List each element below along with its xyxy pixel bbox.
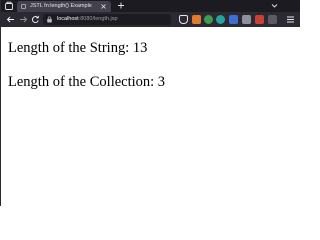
nav-toolbar: localhost:8080/length.jsp	[1, 12, 300, 27]
address-bar-url: localhost:8080/length.jsp	[57, 14, 118, 25]
back-arrow-icon[interactable]	[6, 15, 15, 24]
pocket-icon[interactable]	[179, 15, 188, 24]
url-path: :8080/length.jsp	[78, 16, 118, 22]
tab-list-icon[interactable]	[4, 1, 14, 11]
extension-teal-icon[interactable]	[216, 15, 225, 24]
chevron-down-icon[interactable]	[270, 1, 279, 10]
tab-strip: JSTL fn:length() Example	[1, 0, 300, 12]
extension-green-icon[interactable]	[204, 15, 213, 24]
lock-icon[interactable]	[46, 16, 53, 23]
extension-dark-icon[interactable]	[268, 15, 277, 24]
page-content: Length of the String: 13 Length of the C…	[1, 27, 300, 206]
tab-title: JSTL fn:length() Example	[30, 3, 92, 9]
page-favicon-icon	[21, 4, 26, 9]
collection-length-text: Length of the Collection: 3	[8, 74, 166, 90]
extension-red-icon[interactable]	[255, 15, 264, 24]
reload-icon[interactable]	[31, 15, 40, 24]
close-icon[interactable]	[100, 3, 107, 10]
forward-arrow-icon[interactable]	[19, 15, 28, 24]
string-length-text: Length of the String: 13	[8, 40, 148, 56]
address-bar[interactable]: localhost:8080/length.jsp	[43, 14, 171, 25]
extension-orange-icon[interactable]	[192, 15, 201, 24]
extension-blue-icon[interactable]	[229, 15, 238, 24]
extension-gray-icon[interactable]	[242, 15, 251, 24]
browser-window: JSTL fn:length() Example localhost:8080/…	[0, 0, 300, 206]
tab-active[interactable]: JSTL fn:length() Example	[17, 1, 111, 12]
menu-icon[interactable]	[286, 15, 295, 24]
plus-icon[interactable]	[117, 1, 125, 10]
url-host: localhost	[57, 16, 79, 22]
